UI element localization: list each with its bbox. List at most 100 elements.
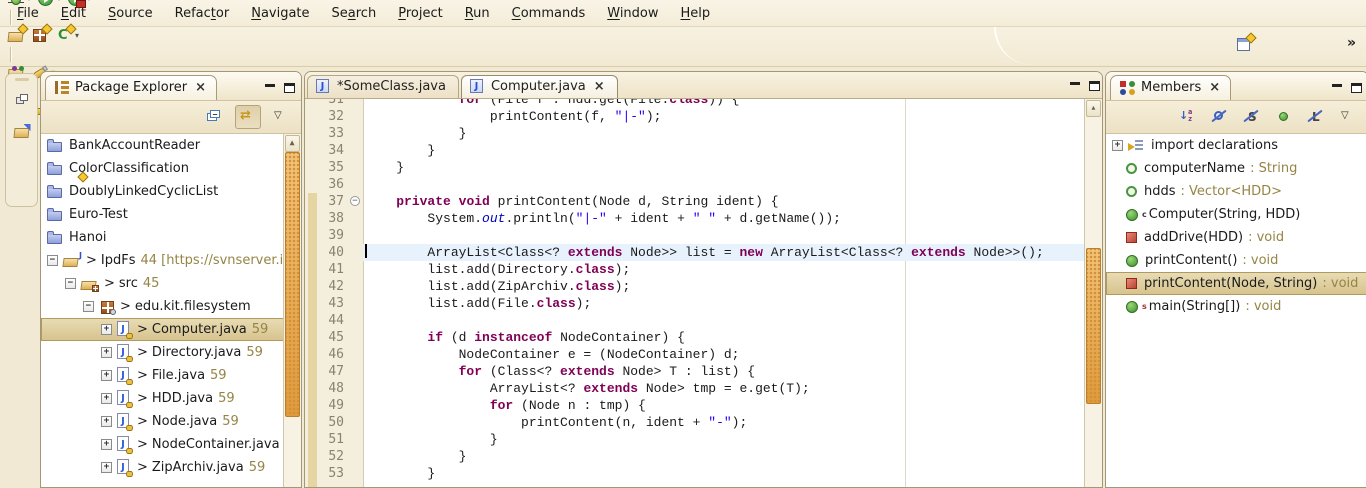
public-method-icon [1126,255,1138,267]
line-number: 50 [305,414,349,431]
debug-button[interactable]: ▾ [4,0,34,10]
close-icon[interactable]: × [594,81,605,93]
expand-expander-icon[interactable] [1112,140,1123,151]
menu-item-window[interactable]: Window [596,2,669,25]
maximize-icon[interactable] [283,83,297,94]
tree-item-edu.kit.filesystem[interactable]: >edu.kit.filesystem [41,295,301,318]
scrollbar-thumb[interactable] [1086,248,1101,404]
collapse-expander-icon[interactable] [65,278,76,289]
member-type-decoration: : void [1248,230,1284,245]
package-explorer-scrollbar[interactable] [283,134,301,487]
tree-item-Node.java[interactable]: >Node.java59 [41,410,301,433]
menu-item-run[interactable]: Run [454,2,501,25]
chevron-down-icon[interactable]: ▾ [57,0,61,3]
chevron-down-icon[interactable]: ▾ [27,0,31,3]
hide-local-types-icon [1307,108,1325,126]
menu-item-project[interactable]: Project [387,2,454,25]
package-explorer-panel: Package Explorer × BankAccountReaderColo… [40,71,302,488]
run-button[interactable]: ▾ [34,0,64,10]
tree-item-Euro-Test[interactable]: Euro-Test [41,203,301,226]
link-editor-button[interactable] [235,105,261,129]
line-number: 35 [305,159,349,176]
member-item[interactable]: smain(String[]) : void [1106,295,1366,318]
minimize-icon[interactable] [1330,83,1344,94]
tree-item-BankAccountReader[interactable]: BankAccountReader [41,134,301,157]
expand-expander-icon[interactable] [101,393,112,404]
minimize-icon[interactable] [1068,81,1082,92]
scroll-up-arrow-icon[interactable] [285,135,300,152]
show-public-button[interactable] [1272,106,1296,128]
member-label: printContent() [1145,253,1237,268]
tree-item-DoublyLinkedCyclicList[interactable]: DoublyLinkedCyclicList [41,180,301,203]
line-number: 31 [305,99,349,108]
member-item[interactable]: printContent() : void [1106,249,1366,272]
svn-outgoing-indicator: > [137,322,148,337]
tree-item-File.java[interactable]: >File.java59 [41,364,301,387]
chevron-down-icon[interactable]: ▾ [75,31,79,40]
new-package-button[interactable] [28,25,52,47]
restore-panes-button[interactable] [10,89,34,111]
package-explorer-tab[interactable]: Package Explorer × [45,75,217,100]
toolbar-overflow-chevron[interactable]: » [1347,35,1356,51]
menu-item-refactor[interactable]: Refactor [164,2,241,25]
tree-item-src[interactable]: >src45 [41,272,301,295]
editor-scrollbar[interactable] [1084,99,1102,487]
tree-item-HDD.java[interactable]: >HDD.java59 [41,387,301,410]
java-file-icon [117,413,132,430]
hide-fields-button[interactable] [1208,106,1232,128]
member-item[interactable]: import declarations [1106,134,1366,157]
expand-expander-icon[interactable] [101,462,112,473]
member-item[interactable]: printContent(Node, String) : void [1106,272,1366,295]
scrollbar-thumb[interactable] [285,152,300,417]
member-item[interactable]: computerName : String [1106,157,1366,180]
view-menu-button[interactable] [269,106,293,128]
menu-item-help[interactable]: Help [670,2,722,25]
member-item[interactable]: cComputer(String, HDD) [1106,203,1366,226]
collapse-all-button[interactable] [203,106,227,128]
tree-item-Computer.java[interactable]: >Computer.java59 [41,318,301,341]
view-menu-button[interactable] [1336,106,1360,128]
editor-tab-SomeClassjava[interactable]: *SomeClass.java [307,75,459,98]
maximize-icon[interactable] [1350,83,1364,94]
expand-expander-icon[interactable] [101,370,112,381]
member-item[interactable]: addDrive(HDD) : void [1106,226,1366,249]
new-view-button[interactable] [1232,34,1256,56]
fold-collapse-icon[interactable] [350,196,360,206]
code-text: list.add(File.class); [363,295,1102,312]
editor-tab-Computerjava[interactable]: Computer.java× [461,75,618,98]
hide-fields-icon [1211,108,1229,126]
tree-item-IpdFs[interactable]: >IpdFs44 [https://svnserver.i [41,249,301,272]
tree-item-ZipArchiv.java[interactable]: >ZipArchiv.java59 [41,456,301,479]
menu-item-commands[interactable]: Commands [501,2,597,25]
tree-item-NodeContainer.java[interactable]: >NodeContainer.java [41,433,301,456]
minimize-icon[interactable] [263,83,277,94]
tree-item-Hanoi[interactable]: Hanoi [41,226,301,249]
maximize-icon[interactable] [1088,81,1102,92]
menu-item-search[interactable]: Search [321,2,388,25]
open-perspective-button[interactable] [10,121,34,143]
members-tab[interactable]: Members × [1110,75,1231,100]
menu-item-navigate[interactable]: Navigate [240,2,320,25]
code-line-49: 49 for (Node n : tmp) { [305,397,1102,414]
tree-item-Directory.java[interactable]: >Directory.java59 [41,341,301,364]
expand-expander-icon[interactable] [101,416,112,427]
new-class-button[interactable]: ▾ [52,25,82,47]
expand-expander-icon[interactable] [101,439,112,450]
expand-expander-icon[interactable] [101,347,112,358]
new-java-project-button[interactable] [4,25,28,47]
code-text: for (Node n : tmp) { [363,397,1102,414]
chevron-down-icon[interactable]: ▾ [87,0,91,3]
sort-button[interactable] [1176,106,1200,128]
collapse-expander-icon[interactable] [83,301,94,312]
hide-static-button[interactable] [1240,106,1264,128]
collapse-expander-icon[interactable] [47,255,58,266]
close-icon[interactable]: × [1209,82,1220,94]
external-tools-button[interactable]: ▾ [64,0,94,10]
member-item[interactable]: hdds : Vector<HDD> [1106,180,1366,203]
expand-expander-icon[interactable] [101,324,112,335]
scroll-up-arrow-icon[interactable] [1086,100,1101,117]
perspective-bar-handle[interactable] [15,78,29,81]
close-icon[interactable]: × [195,82,206,94]
hide-local-types-button[interactable] [1304,106,1328,128]
code-editor[interactable]: 31 for (File f : hdd.get(File.class)) {3… [305,99,1102,487]
